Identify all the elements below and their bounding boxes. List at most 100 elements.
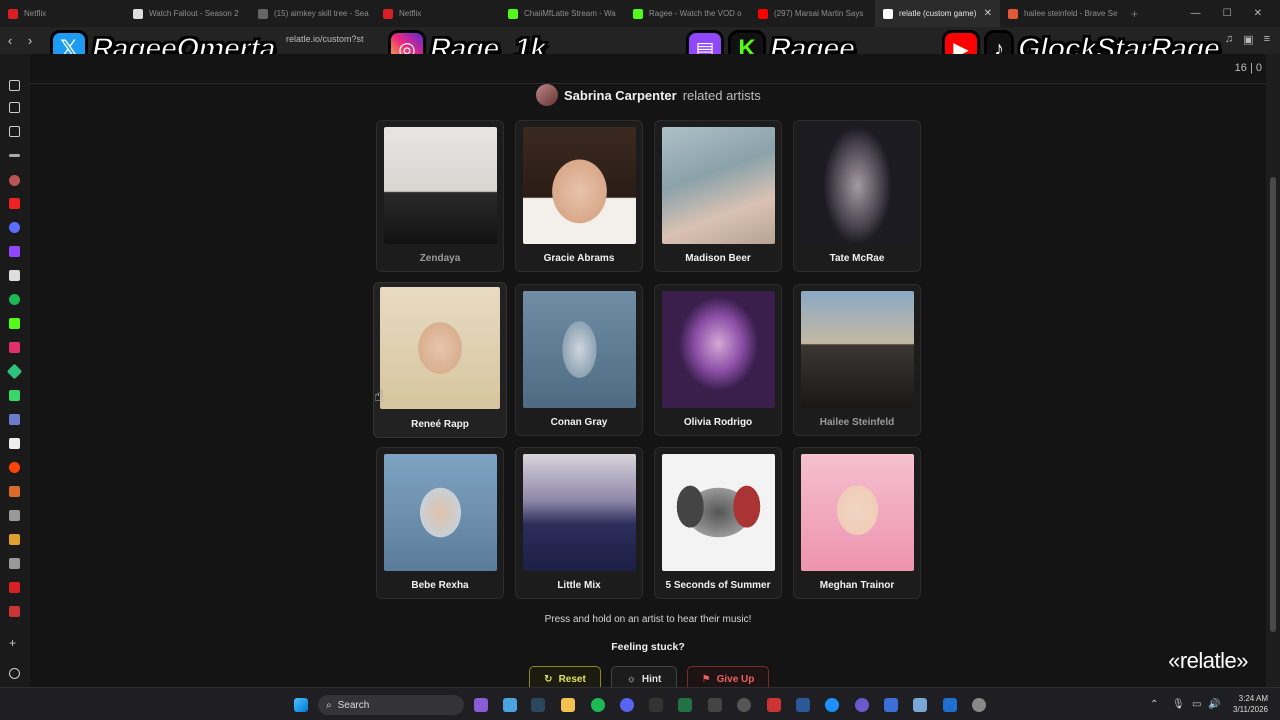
app-icon-4[interactable]	[9, 390, 20, 401]
artist-photo	[523, 127, 636, 244]
new-tab-icon[interactable]: +	[1125, 7, 1138, 21]
app-icon-taskbar-5[interactable]	[796, 698, 810, 712]
scrollbar[interactable]	[1266, 54, 1280, 687]
tab-relatle[interactable]: relatle (custom game) ✕	[875, 0, 1000, 27]
tab-netflix-2[interactable]: Netflix	[375, 0, 500, 27]
tab-kick-chaii[interactable]: ChaiiMfLatte Stream - Wa	[500, 0, 625, 27]
give-up-button[interactable]: ⚑ Give Up	[687, 666, 769, 687]
scrollbar-thumb[interactable]	[1270, 177, 1276, 632]
url-field[interactable]: relatle.io/custom?st	[286, 34, 364, 44]
app-icon-taskbar-8[interactable]	[884, 698, 898, 712]
app-icon-8[interactable]	[9, 606, 20, 617]
artist-card-5-seconds-of-summer[interactable]: 5 Seconds of Summer	[654, 447, 782, 599]
excel-icon[interactable]	[678, 698, 692, 712]
forward-icon[interactable]: ›	[20, 33, 40, 48]
clock-date: 3/11/2026	[1233, 705, 1268, 714]
spotify-icon[interactable]	[9, 294, 20, 305]
app-icon-taskbar-9[interactable]	[913, 698, 927, 712]
reset-button[interactable]: ↻ Reset	[529, 666, 601, 687]
twitch-icon[interactable]	[9, 246, 20, 257]
tiktok-icon[interactable]	[9, 558, 20, 569]
artist-card-little-mix[interactable]: Little Mix	[515, 447, 643, 599]
app-icon-3[interactable]	[6, 363, 23, 380]
artist-card-renee-rapp[interactable]: Reneé Rapp	[373, 282, 507, 438]
chevron-up-icon[interactable]: ⌃	[1150, 699, 1158, 710]
app-icon-taskbar-4[interactable]	[767, 698, 781, 712]
bookmark-icon[interactable]	[9, 102, 20, 113]
artist-card-conan-gray[interactable]: Conan Gray	[515, 284, 643, 436]
spotify-icon[interactable]	[591, 698, 605, 712]
app-icon-taskbar-6[interactable]	[825, 698, 839, 712]
artist-photo	[523, 454, 636, 571]
artist-name: Olivia Rodrigo	[683, 417, 753, 428]
kick-icon[interactable]	[9, 318, 20, 329]
tab-x-search[interactable]: (15) aimkey skill tree - Sea	[250, 0, 375, 27]
artist-card-hailee-steinfeld[interactable]: Hailee Steinfeld	[793, 284, 921, 436]
app-icon-2[interactable]	[9, 270, 20, 281]
taskbar-search[interactable]: ⌕ Search	[318, 695, 464, 715]
relatle-icon	[883, 8, 893, 19]
artist-name: Meghan Trainor	[819, 580, 895, 591]
tab-netflix-1[interactable]: Netflix	[0, 0, 125, 27]
system-clock[interactable]: 3:24 AM 3/11/2026	[1233, 693, 1268, 715]
app-icon-1[interactable]	[9, 175, 20, 186]
steam-icon[interactable]	[531, 698, 545, 712]
app-icon-taskbar-7[interactable]	[855, 698, 869, 712]
discord-icon[interactable]	[620, 698, 634, 712]
epic-games-icon[interactable]	[649, 698, 663, 712]
tab-fallout[interactable]: Watch Fallout - Season 2	[125, 0, 250, 27]
tab-title: (15) aimkey skill tree - Sea	[274, 9, 369, 18]
app-icon-taskbar-3[interactable]	[737, 698, 751, 712]
network-icon[interactable]: ▭	[1192, 699, 1201, 710]
add-icon[interactable]: +	[9, 637, 20, 649]
x-icon[interactable]	[9, 510, 20, 521]
page-title-suffix: related artists	[682, 87, 761, 103]
reddit-icon[interactable]	[9, 462, 20, 473]
artist-card-bebe-rexha[interactable]: Bebe Rexha	[376, 447, 504, 599]
youtube-icon[interactable]	[9, 198, 20, 209]
artist-photo	[384, 127, 497, 244]
app-icon-5[interactable]	[9, 414, 20, 425]
settings-gear-icon[interactable]	[972, 698, 986, 712]
artist-card-zendaya[interactable]: Zendaya	[376, 120, 504, 272]
music-icon[interactable]: ♫	[1225, 33, 1233, 46]
file-explorer-icon[interactable]	[561, 698, 575, 712]
tab-youtube[interactable]: (297) Marsai Martin Says	[750, 0, 875, 27]
window-controls: — ☐ ✕	[1191, 8, 1280, 19]
microphone-icon[interactable]: 🎙	[1172, 699, 1185, 710]
netflix-icon[interactable]	[9, 582, 20, 593]
sidebar-toggle-icon[interactable]: ▣	[1243, 33, 1253, 46]
close-window-icon[interactable]: ✕	[1254, 8, 1262, 19]
artist-card-gracie-abrams[interactable]: Gracie Abrams	[515, 120, 643, 272]
maximize-icon[interactable]: ☐	[1223, 8, 1232, 19]
photos-icon[interactable]	[503, 698, 517, 712]
messenger-icon[interactable]	[9, 222, 20, 233]
sidebar-panel-icon[interactable]	[9, 80, 20, 91]
app-icon-taskbar-1[interactable]	[474, 698, 488, 712]
artist-card-meghan-trainor[interactable]: Meghan Trainor	[793, 447, 921, 599]
back-icon[interactable]: ‹	[0, 33, 20, 48]
app-icon-taskbar-2[interactable]	[708, 698, 722, 712]
amazon-icon[interactable]	[9, 438, 20, 449]
reader-icon[interactable]	[9, 126, 20, 137]
app-icon-6[interactable]	[9, 486, 20, 497]
settings-gear-icon[interactable]	[9, 668, 20, 679]
tab-title: Netflix	[24, 9, 47, 18]
youtube-icon	[758, 8, 768, 19]
app-icon-7[interactable]	[9, 534, 20, 545]
tab-brave-search[interactable]: hailee steinfeld - Brave Se	[1000, 0, 1125, 27]
instagram-icon[interactable]	[9, 342, 20, 353]
artist-card-olivia-rodrigo[interactable]: Olivia Rodrigo	[654, 284, 782, 436]
windows-start-icon[interactable]	[294, 698, 308, 712]
artist-card-tate-mcrae[interactable]: Tate McRae	[793, 120, 921, 272]
artist-card-madison-beer[interactable]: Madison Beer	[654, 120, 782, 272]
defender-icon[interactable]	[943, 698, 957, 712]
relatle-page: 16 | 0 Sabrina Carpenter related artists…	[30, 54, 1266, 687]
volume-icon[interactable]: 🔊	[1208, 699, 1220, 710]
hint-button[interactable]: ☼ Hint	[611, 666, 677, 687]
tab-kick-ragee[interactable]: Ragee - Watch the VOD o	[625, 0, 750, 27]
close-tab-icon[interactable]: ✕	[984, 8, 992, 19]
minimize-icon[interactable]: —	[1191, 8, 1201, 19]
menu-icon[interactable]: ≡	[1264, 33, 1270, 46]
more-icon[interactable]	[9, 154, 20, 157]
